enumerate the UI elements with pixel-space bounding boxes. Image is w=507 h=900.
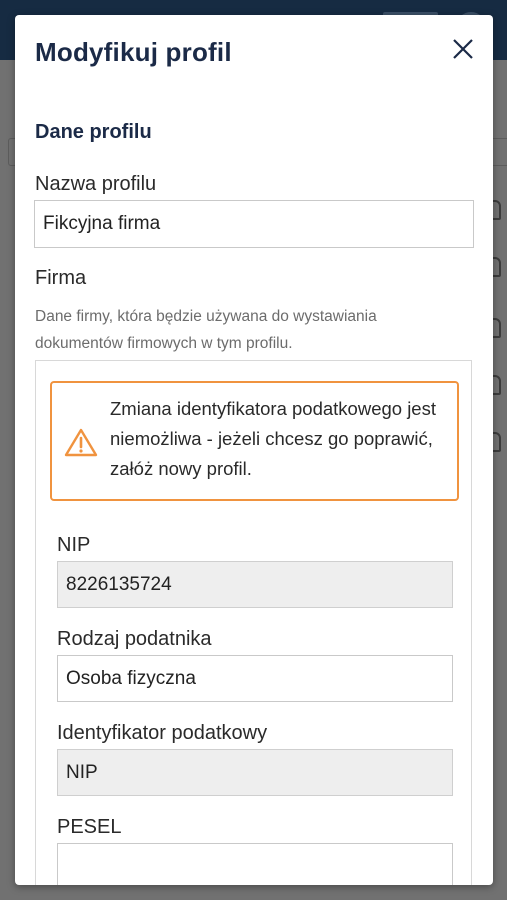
warning-icon (64, 428, 98, 457)
close-button[interactable] (449, 35, 477, 63)
company-help-text: Dane firmy, która będzie używana do wyst… (35, 308, 377, 352)
nip-label: NIP (57, 534, 91, 556)
profile-name-label: Nazwa profilu (35, 173, 157, 195)
warning-text: Zmiana identyfikatora podatkowego jest n… (110, 398, 436, 479)
modify-profile-modal: Modyfikuj profil Dane profilu Nazwa prof… (15, 15, 493, 885)
tax-identifier-input[interactable]: NIP (57, 749, 453, 796)
company-label: Firma (35, 267, 87, 289)
close-icon (453, 39, 473, 59)
modal-title: Modyfikuj profil (35, 37, 232, 67)
tax-id-warning-alert: Zmiana identyfikatora podatkowego jest n… (50, 381, 459, 501)
company-details-box: Zmiana identyfikatora podatkowego jest n… (35, 360, 472, 885)
nip-input[interactable]: 8226135724 (57, 561, 453, 608)
pesel-input[interactable] (57, 843, 453, 885)
tax-identifier-label: Identyfikator podatkowy (57, 722, 268, 744)
section-title: Dane profilu (35, 121, 152, 143)
profile-name-input[interactable]: Fikcyjna firma (34, 200, 474, 248)
taxpayer-type-select[interactable]: Osoba fizyczna (57, 655, 453, 702)
taxpayer-type-label: Rodzaj podatnika (57, 628, 212, 650)
pesel-label: PESEL (57, 816, 122, 838)
